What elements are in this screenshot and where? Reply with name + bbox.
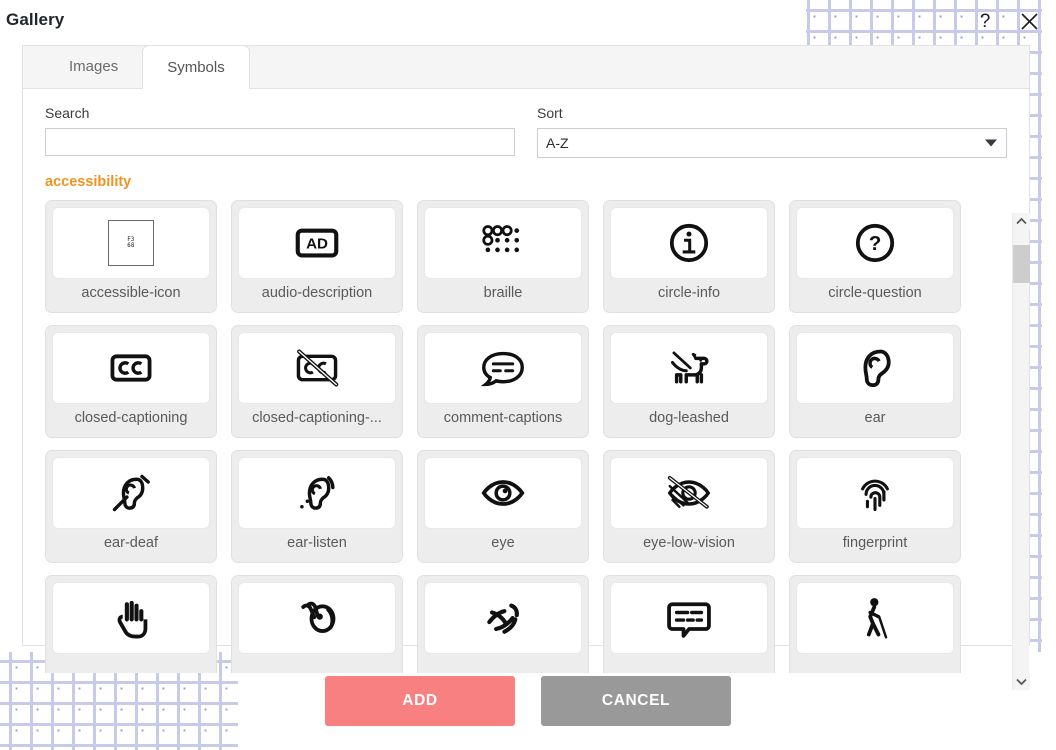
symbol-label: [424, 654, 582, 673]
braille-icon: [424, 207, 582, 279]
background-plate: [1042, 0, 1056, 750]
svg-text:AD: AD: [306, 236, 328, 253]
sort-select-wrap: A-Z: [537, 128, 1007, 158]
scrollbar-thumb[interactable]: [1013, 245, 1030, 283]
search-field-group: Search: [45, 105, 515, 158]
symbol-label: closed-captioning-...: [252, 409, 382, 426]
eye-low-vision-icon: [610, 457, 768, 529]
scroll-up-button[interactable]: [1013, 213, 1030, 230]
vertical-scrollbar[interactable]: [1012, 213, 1030, 690]
close-x-icon: [1020, 12, 1038, 30]
symbol-card[interactable]: closed-captioning: [45, 325, 217, 438]
ear-deaf-icon: [52, 457, 210, 529]
symbol-card[interactable]: comment-captions: [417, 325, 589, 438]
hand-point-sign-icon: [424, 582, 582, 654]
question-mark-icon: ?: [980, 11, 991, 32]
symbol-label: [52, 654, 210, 673]
symbol-label: ear-listen: [287, 534, 347, 551]
symbol-card[interactable]: ? circle-question: [789, 200, 961, 313]
comment-captions-icon: [424, 332, 582, 404]
symbol-label: [610, 654, 768, 673]
gallery-panel: Images Symbols Search Sort A-Z accessibi…: [22, 45, 1030, 690]
symbol-label: [796, 654, 954, 673]
symbol-card[interactable]: ear-listen: [231, 450, 403, 563]
dog-leashed-icon: [610, 332, 768, 404]
symbol-card[interactable]: F3 68 accessible-icon: [45, 200, 217, 313]
sort-label: Sort: [537, 105, 563, 121]
symbol-label: eye-low-vision: [643, 534, 735, 551]
close-button[interactable]: [1012, 4, 1046, 38]
ear-listen-icon: [238, 457, 396, 529]
circle-question-icon: ?: [796, 207, 954, 279]
symbol-card[interactable]: [231, 575, 403, 673]
symbol-card[interactable]: circle-info: [603, 200, 775, 313]
hands-holding-sign-icon: [238, 582, 396, 654]
tab-symbols[interactable]: Symbols: [142, 45, 250, 89]
symbol-grid: F3 68 accessible-icon AD audio-description br…: [45, 200, 985, 673]
symbol-label: circle-info: [657, 284, 721, 301]
symbol-label: fingerprint: [842, 534, 908, 551]
symbol-card[interactable]: AD audio-description: [231, 200, 403, 313]
sort-select[interactable]: A-Z: [537, 128, 1007, 158]
symbol-label: [238, 654, 396, 673]
symbol-label: ear-deaf: [103, 534, 158, 551]
svg-text:?: ?: [980, 11, 991, 32]
symbol-card[interactable]: ear-deaf: [45, 450, 217, 563]
symbol-card[interactable]: dog-leashed: [603, 325, 775, 438]
symbol-card[interactable]: eye: [417, 450, 589, 563]
symbol-card[interactable]: fingerprint: [789, 450, 961, 563]
symbol-card[interactable]: [603, 575, 775, 673]
symbol-label: audio-description: [261, 284, 373, 301]
tab-images[interactable]: Images: [45, 45, 142, 88]
tab-strip: Images Symbols: [23, 45, 1029, 89]
symbol-card[interactable]: ear: [789, 325, 961, 438]
symbol-label: closed-captioning: [74, 409, 188, 426]
symbol-card[interactable]: braille: [417, 200, 589, 313]
ear-icon: [796, 332, 954, 404]
symbol-card[interactable]: eye-low-vision: [603, 450, 775, 563]
dialog-footer: ADD CANCEL: [0, 676, 1056, 726]
symbol-label: ear: [864, 409, 886, 426]
symbol-label: comment-captions: [443, 409, 563, 426]
symbol-label: accessible-icon: [81, 284, 181, 301]
gallery-dialog-root: Gallery ? Images Symbols Search Sort A-Z…: [0, 0, 1056, 750]
chevron-up-icon: [1016, 217, 1027, 225]
symbol-label: dog-leashed: [649, 409, 729, 426]
missing-glyph-box: F3 68: [108, 220, 154, 266]
symbol-card[interactable]: [417, 575, 589, 673]
page-title: Gallery: [6, 10, 65, 29]
help-button[interactable]: ?: [968, 4, 1002, 38]
message-captions-icon: [610, 582, 768, 654]
title-bar: Gallery ?: [0, 0, 1056, 46]
symbol-label: eye: [491, 534, 515, 551]
sort-field-group: Sort A-Z: [537, 105, 1007, 158]
circle-info-icon: [610, 207, 768, 279]
symbol-card[interactable]: closed-captioning-...: [231, 325, 403, 438]
filter-controls: Search Sort A-Z: [23, 89, 1029, 158]
search-input[interactable]: [45, 128, 515, 156]
symbol-label: braille: [483, 284, 523, 301]
search-label: Search: [45, 105, 90, 121]
cancel-button[interactable]: CANCEL: [541, 676, 731, 726]
audio-description-icon: AD: [238, 207, 396, 279]
symbol-label: circle-question: [828, 284, 922, 301]
eye-icon: [424, 457, 582, 529]
category-heading: accessibility: [45, 174, 132, 190]
person-walking-with-cane-icon: [796, 582, 954, 654]
tofu-missing-glyph-f368: F3 68: [52, 207, 210, 279]
add-button[interactable]: ADD: [325, 676, 515, 726]
symbol-card[interactable]: [789, 575, 961, 673]
scrollbar-track[interactable]: [1013, 230, 1030, 673]
symbol-card[interactable]: [45, 575, 217, 673]
closed-captioning-slash-icon: [238, 332, 396, 404]
svg-text:?: ?: [869, 232, 882, 255]
closed-captioning-icon: [52, 332, 210, 404]
window-controls: ?: [968, 4, 1046, 38]
symbol-scroll-region[interactable]: F3 68 accessible-icon AD audio-description br…: [45, 200, 1009, 673]
hands-asl-interpreting-icon: [52, 582, 210, 654]
fingerprint-icon: [796, 457, 954, 529]
